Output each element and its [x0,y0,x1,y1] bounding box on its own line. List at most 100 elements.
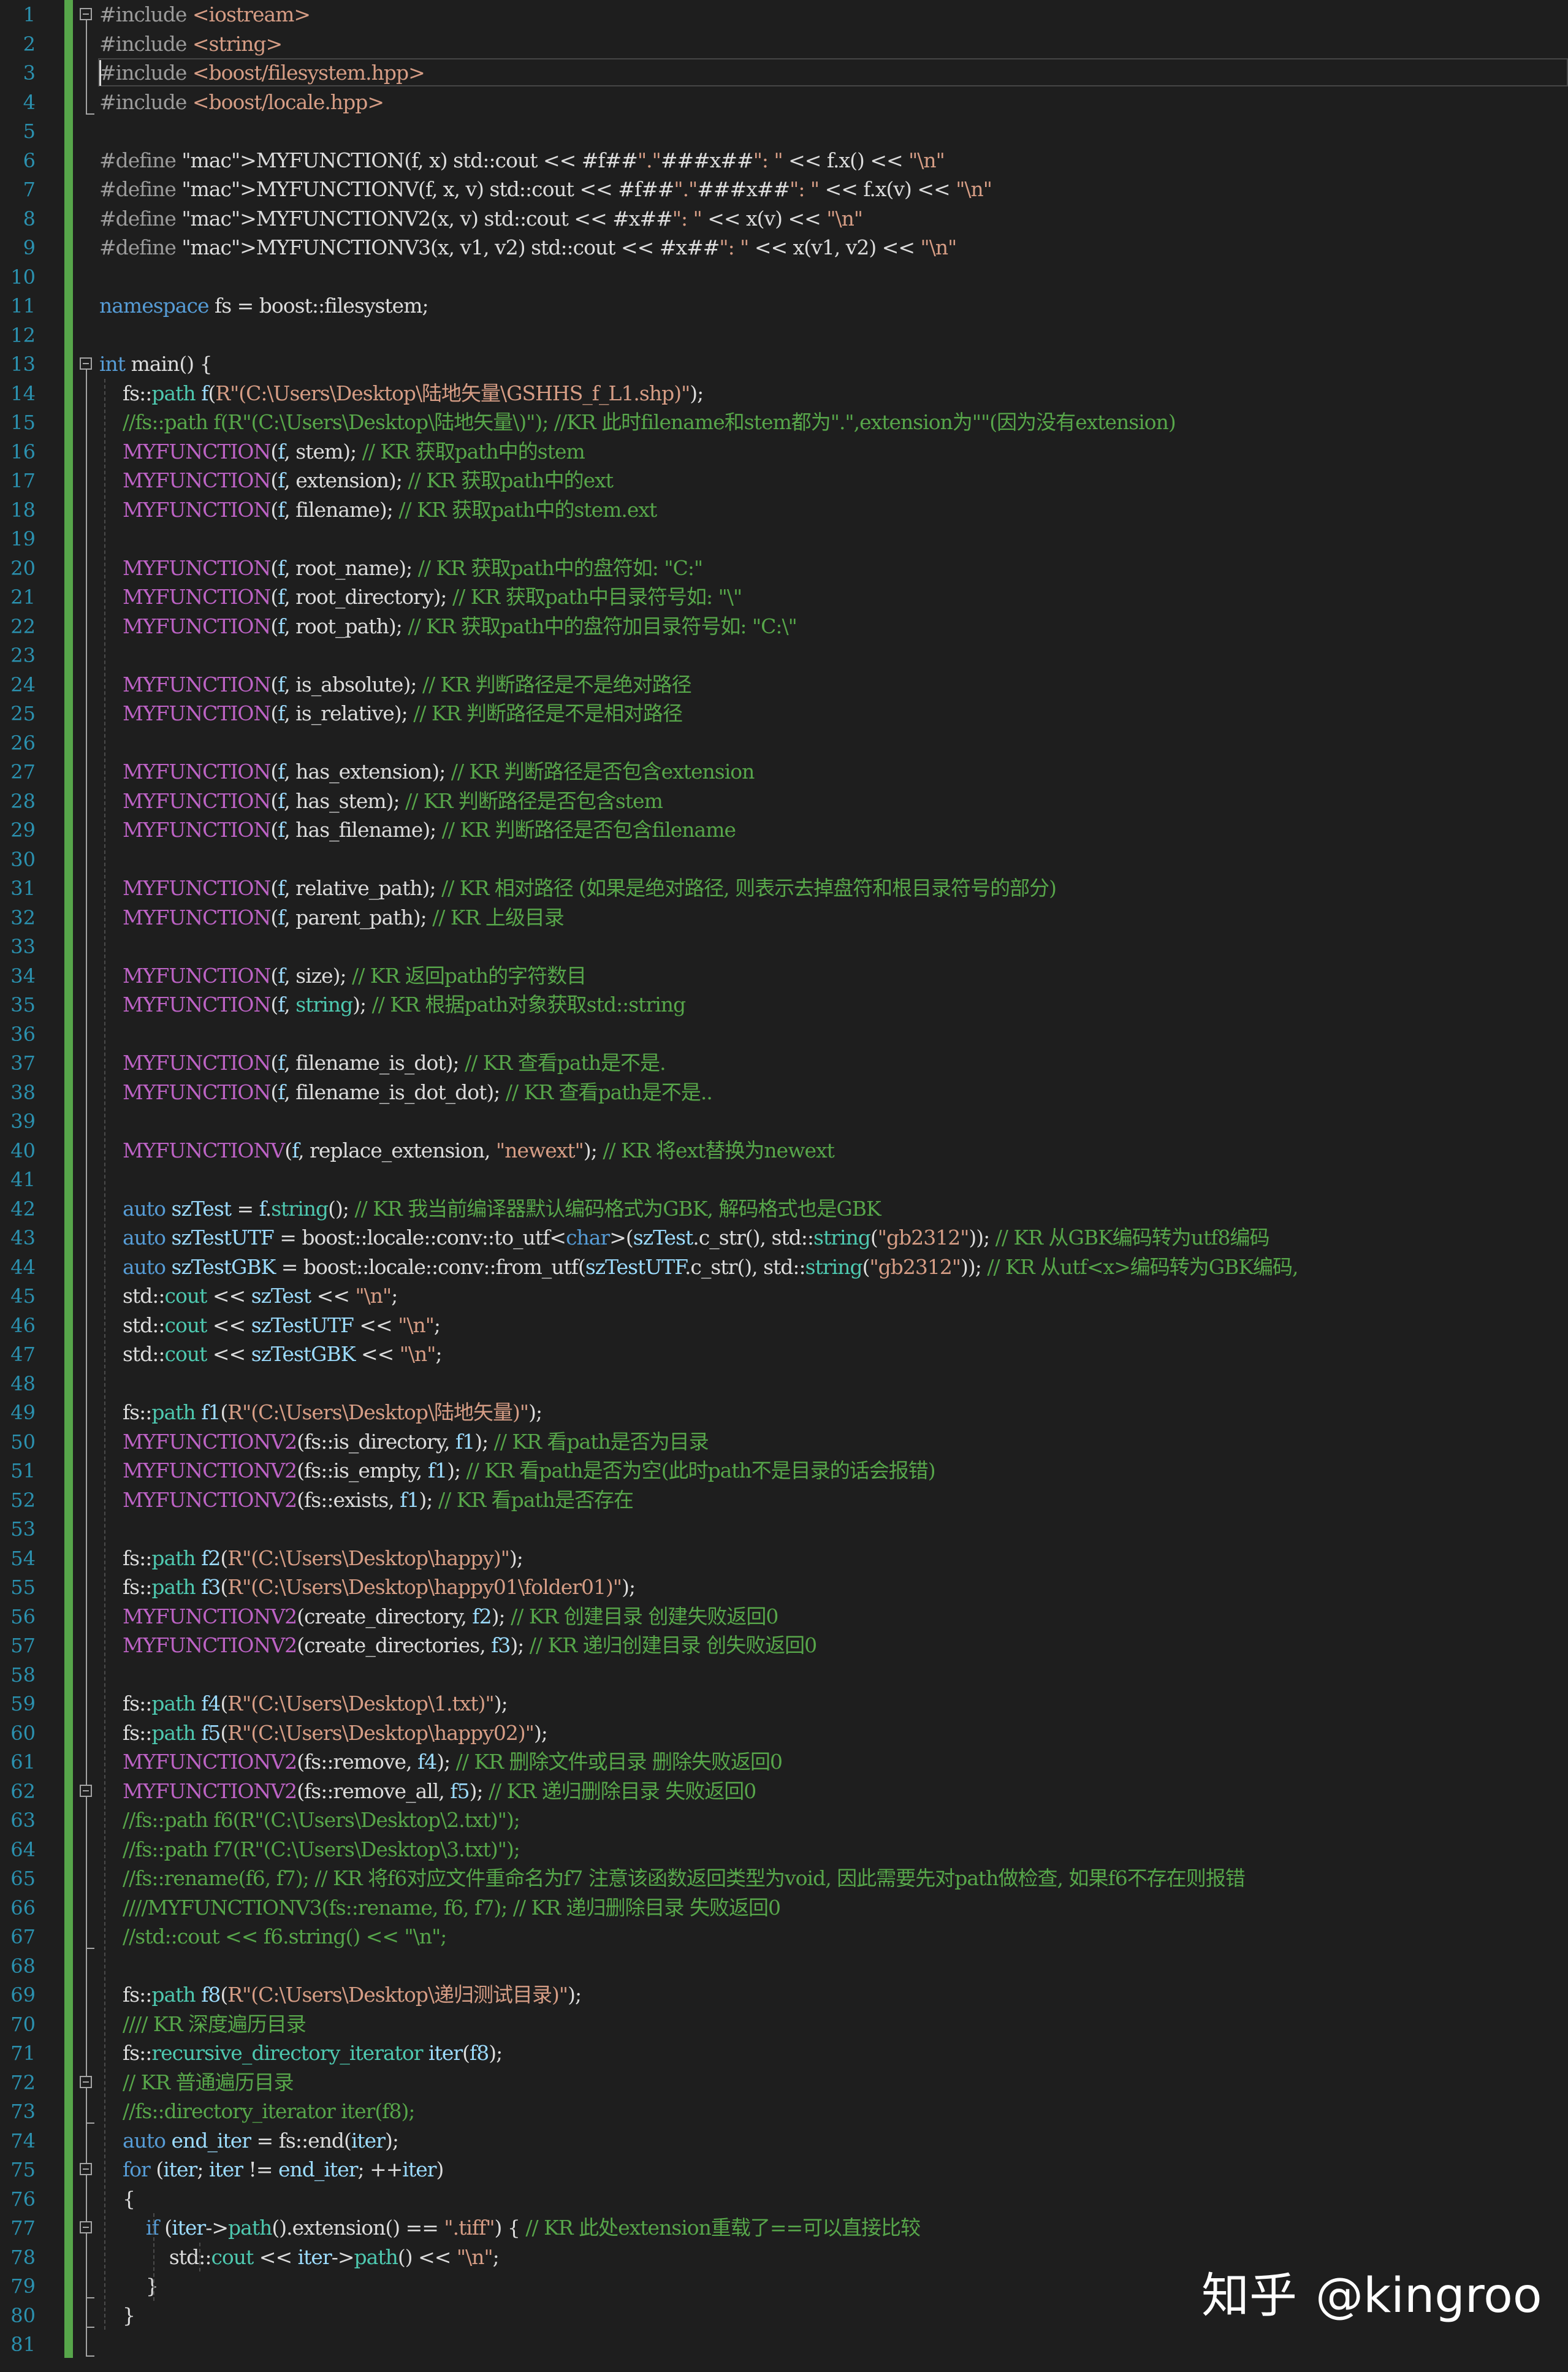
code-line[interactable]: 41 [0,1165,1568,1194]
line-text[interactable]: namespace fs = boost::filesystem; [99,291,429,321]
code-line[interactable]: 13 int main() { [0,349,1568,379]
code-line[interactable]: 15 //fs::path f(R"(C:\Users\Desktop\陆地矢量… [0,408,1568,437]
code-line[interactable]: 31 MYFUNCTION(f, relative_path); // KR 相… [0,874,1568,903]
code-line[interactable]: 5 [0,116,1568,146]
collapse-region-icon[interactable] [80,357,92,370]
line-text[interactable]: fs::path f4(R"(C:\Users\Desktop\1.txt)")… [99,1689,508,1718]
code-line[interactable]: 24 MYFUNCTION(f, is_absolute); // KR 判断路… [0,670,1568,700]
code-line[interactable]: 16 MYFUNCTION(f, stem); // KR 获取path中的st… [0,437,1568,467]
code-line[interactable]: 36 [0,1020,1568,1049]
line-text[interactable]: MYFUNCTIONV2(create_directory, f2); // K… [99,1602,778,1631]
code-line[interactable]: 77 if (iter->path().extension() == ".tif… [0,2213,1568,2243]
line-text[interactable]: MYFUNCTION(f, relative_path); // KR 相对路径… [99,874,1057,903]
line-text[interactable]: #define "mac">MYFUNCTIONV2(x, v) std::co… [99,204,863,234]
line-text[interactable]: //fs::rename(f6, f7); // KR 将f6对应文件重命名为f… [99,1864,1246,1893]
line-text[interactable]: //// KR 深度遍历目录 [99,2010,306,2039]
line-text[interactable]: MYFUNCTIONV2(fs::is_empty, f1); // KR 看p… [99,1456,936,1485]
code-line[interactable]: 46 std::cout << szTestUTF << "\n"; [0,1311,1568,1340]
code-line[interactable]: 55 fs::path f3(R"(C:\Users\Desktop\happy… [0,1573,1568,1602]
code-line[interactable]: 60 fs::path f5(R"(C:\Users\Desktop\happy… [0,1718,1568,1748]
code-line[interactable]: 14 fs::path f(R"(C:\Users\Desktop\陆地矢量\G… [0,379,1568,408]
code-line[interactable]: 67 //std::cout << f6.string() << "\n"; [0,1922,1568,1951]
line-text[interactable]: ////MYFUNCTIONV3(fs::rename, f6, f7); //… [99,1893,781,1923]
line-text[interactable]: MYFUNCTIONV2(fs::is_directory, f1); // K… [99,1427,709,1457]
line-text[interactable]: MYFUNCTION(f, has_filename); // KR 判断路径是… [99,815,736,845]
code-line[interactable]: 27 MYFUNCTION(f, has_extension); // KR 判… [0,757,1568,787]
code-line[interactable]: 44 auto szTestGBK = boost::locale::conv:… [0,1253,1568,1282]
code-line[interactable]: 75 for (iter; iter != end_iter; ++iter) [0,2155,1568,2184]
code-line[interactable]: 34 MYFUNCTION(f, size); // KR 返回path的字符数… [0,961,1568,991]
code-line[interactable]: 62 MYFUNCTIONV2(fs::remove_all, f5); // … [0,1777,1568,1806]
code-line[interactable]: 7 #define "mac">MYFUNCTIONV(f, x, v) std:… [0,175,1568,204]
code-line[interactable]: 17 MYFUNCTION(f, extension); // KR 获取pat… [0,466,1568,495]
line-text[interactable]: fs::path f(R"(C:\Users\Desktop\陆地矢量\GSHH… [99,379,704,408]
line-text[interactable]: //fs::path f7(R"(C:\Users\Desktop\3.txt)… [99,1835,520,1864]
code-line[interactable]: 1 #include <iostream> [0,0,1568,29]
code-line[interactable]: 78 std::cout << iter->path() << "\n"; [0,2243,1568,2272]
code-line[interactable]: 26 [0,728,1568,758]
code-line[interactable]: 25 MYFUNCTION(f, is_relative); // KR 判断路… [0,699,1568,728]
line-text[interactable]: MYFUNCTION(f, has_extension); // KR 判断路径… [99,757,755,787]
code-line[interactable]: 52 MYFUNCTIONV2(fs::exists, f1); // KR 看… [0,1485,1568,1515]
collapse-region-icon[interactable] [80,2163,92,2175]
code-line[interactable]: 63 //fs::path f6(R"(C:\Users\Desktop\2.t… [0,1806,1568,1835]
line-text[interactable]: auto end_iter = fs::end(iter); [99,2126,399,2156]
line-text[interactable]: MYFUNCTION(f, string); // KR 根据path对象获取s… [99,990,686,1020]
collapse-region-icon[interactable] [80,2075,92,2088]
collapse-region-icon[interactable] [80,8,92,20]
line-text[interactable]: //fs::directory_iterator iter(f8); [99,2097,416,2126]
code-line[interactable]: 42 auto szTest = f.string(); // KR 我当前编译… [0,1194,1568,1224]
collapse-region-icon[interactable] [80,1784,92,1797]
code-line[interactable]: 47 std::cout << szTestGBK << "\n"; [0,1340,1568,1369]
line-text[interactable]: MYFUNCTION(f, filename_is_dot); // KR 查看… [99,1048,666,1078]
code-line[interactable]: 65 //fs::rename(f6, f7); // KR 将f6对应文件重命… [0,1864,1568,1893]
line-text[interactable]: fs::path f1(R"(C:\Users\Desktop\陆地矢量)"); [99,1398,542,1427]
code-line[interactable]: 57 MYFUNCTIONV2(create_directories, f3);… [0,1631,1568,1660]
line-text[interactable]: fs::recursive_directory_iterator iter(f8… [99,2038,503,2068]
line-text[interactable]: auto szTestGBK = boost::locale::conv::fr… [99,1253,1299,1282]
line-text[interactable]: MYFUNCTION(f, filename_is_dot_dot); // K… [99,1078,713,1107]
code-line[interactable]: 48 [0,1369,1568,1398]
line-text[interactable]: MYFUNCTIONV(f, replace_extension, "newex… [99,1136,835,1165]
code-line[interactable]: 35 MYFUNCTION(f, string); // KR 根据path对象… [0,990,1568,1020]
code-line[interactable]: 40 MYFUNCTIONV(f, replace_extension, "ne… [0,1136,1568,1165]
code-line[interactable]: 49 fs::path f1(R"(C:\Users\Desktop\陆地矢量)… [0,1398,1568,1427]
code-line[interactable]: 8 #define "mac">MYFUNCTIONV2(x, v) std::c… [0,204,1568,234]
code-line[interactable]: 50 MYFUNCTIONV2(fs::is_directory, f1); /… [0,1427,1568,1457]
line-text[interactable]: //std::cout << f6.string() << "\n"; [99,1922,447,1951]
code-line[interactable]: 71 fs::recursive_directory_iterator iter… [0,2038,1568,2068]
code-line[interactable]: 59 fs::path f4(R"(C:\Users\Desktop\1.txt… [0,1689,1568,1718]
line-text[interactable]: std::cout << iter->path() << "\n"; [99,2243,500,2272]
line-text[interactable]: fs::path f8(R"(C:\Users\Desktop\递归测试目录)"… [99,1980,582,2010]
line-text[interactable]: int main() { [99,349,213,379]
line-text[interactable]: #include <string> [99,29,283,59]
code-line[interactable]: 81 [0,2330,1568,2359]
line-text[interactable]: fs::path f2(R"(C:\Users\Desktop\happy)")… [99,1544,523,1573]
line-text[interactable]: std::cout << szTestUTF << "\n"; [99,1311,441,1340]
code-line[interactable]: 21 MYFUNCTION(f, root_directory); // KR … [0,582,1568,612]
line-text[interactable]: auto szTestUTF = boost::locale::conv::to… [99,1223,1269,1253]
code-line[interactable]: 45 std::cout << szTest << "\n"; [0,1281,1568,1311]
line-text[interactable]: if (iter->path().extension() == ".tiff")… [99,2213,921,2243]
line-text[interactable]: MYFUNCTION(f, is_absolute); // KR 判断路径是不… [99,670,692,700]
line-text[interactable]: MYFUNCTIONV2(create_directories, f3); //… [99,1631,817,1660]
code-line[interactable]: 9 #define "mac">MYFUNCTIONV3(x, v1, v2) s… [0,233,1568,262]
line-text[interactable]: MYFUNCTION(f, size); // KR 返回path的字符数目 [99,961,587,991]
code-line[interactable]: 43 auto szTestUTF = boost::locale::conv:… [0,1223,1568,1253]
code-line[interactable]: 20 MYFUNCTION(f, root_name); // KR 获取pat… [0,554,1568,583]
line-text[interactable]: auto szTest = f.string(); // KR 我当前编译器默认… [99,1194,881,1224]
code-line[interactable]: 12 [0,321,1568,350]
code-line[interactable]: 73 //fs::directory_iterator iter(f8); [0,2097,1568,2126]
code-line[interactable]: 53 [0,1514,1568,1544]
code-line[interactable]: 32 MYFUNCTION(f, parent_path); // KR 上级目… [0,903,1568,932]
code-line[interactable]: 30 [0,845,1568,874]
code-line[interactable]: 28 MYFUNCTION(f, has_stem); // KR 判断路径是否… [0,787,1568,816]
line-text[interactable]: MYFUNCTION(f, root_name); // KR 获取path中的… [99,554,703,583]
line-text[interactable]: #define "mac">MYFUNCTIONV(f, x, v) std::… [99,175,992,204]
code-line[interactable]: 10 [0,262,1568,292]
code-line[interactable]: 56 MYFUNCTIONV2(create_directory, f2); /… [0,1602,1568,1631]
line-text[interactable]: MYFUNCTION(f, extension); // KR 获取path中的… [99,466,614,495]
line-text[interactable]: #include <iostream> [99,0,311,29]
code-editor[interactable]: 1 #include <iostream> 2 #include <string> 3 #… [0,0,1568,2372]
line-text[interactable]: for (iter; iter != end_iter; ++iter) [99,2155,444,2184]
